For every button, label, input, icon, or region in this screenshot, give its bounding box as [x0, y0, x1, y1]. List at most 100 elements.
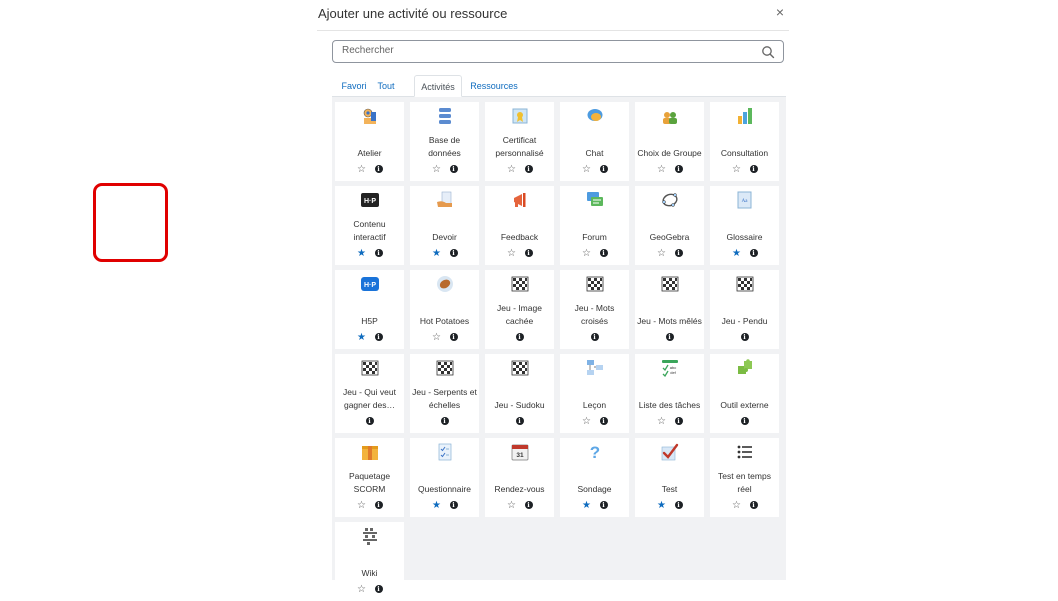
star-outline-icon[interactable]: ☆ — [432, 332, 442, 344]
info-icon[interactable]: i — [449, 165, 458, 173]
activity-tile-paquetage-scorm[interactable]: Paquetage SCORM ☆ i — [335, 438, 404, 517]
star-filled-icon[interactable]: ★ — [357, 248, 367, 260]
activity-tile-base-de-donnees[interactable]: Base de données ☆ i — [410, 102, 479, 181]
info-icon[interactable]: i — [365, 417, 374, 425]
activity-tile-feedback[interactable]: Feedback ☆ i — [485, 186, 554, 265]
activity-actions: i — [560, 332, 629, 344]
activity-tile-chat[interactable]: Chat ☆ i — [560, 102, 629, 181]
tab-activites[interactable]: Activités — [414, 75, 462, 97]
activity-tile-lecon[interactable]: Leçon ☆ i — [560, 354, 629, 433]
star-filled-icon[interactable]: ★ — [432, 248, 442, 260]
activity-tile-certificat-personnalise[interactable]: Certificat personnalisé ☆ i — [485, 102, 554, 181]
star-outline-icon[interactable]: ☆ — [507, 248, 517, 260]
star-filled-icon[interactable]: ★ — [357, 332, 367, 344]
star-outline-icon[interactable]: ☆ — [357, 584, 367, 596]
activity-tile-jeu-serpents-et-echelles[interactable]: Jeu - Serpents et échelles i — [410, 354, 479, 433]
megaphone-icon — [511, 191, 529, 209]
activity-tile-choix-de-groupe[interactable]: Choix de Groupe ☆ i — [635, 102, 704, 181]
info-icon[interactable]: i — [515, 417, 524, 425]
activity-actions: ☆ i — [635, 248, 704, 260]
activity-tile-h5p[interactable]: H·P H5P ★ i — [335, 270, 404, 349]
svg-text:31: 31 — [516, 452, 524, 459]
activity-tile-outil-externe[interactable]: Outil externe i — [710, 354, 779, 433]
activity-tile-hot-potatoes[interactable]: Hot Potatoes ☆ i — [410, 270, 479, 349]
star-filled-icon[interactable]: ★ — [582, 500, 592, 512]
star-outline-icon[interactable]: ☆ — [657, 416, 667, 428]
activity-tile-contenu-interactif[interactable]: H·P Contenu interactif ★ i — [335, 186, 404, 265]
activity-tile-jeu-image-cachee[interactable]: Jeu - Image cachée i — [485, 270, 554, 349]
info-icon[interactable]: i — [599, 249, 608, 257]
info-icon[interactable]: i — [674, 501, 683, 509]
info-icon[interactable]: i — [449, 501, 458, 509]
star-filled-icon[interactable]: ★ — [432, 500, 442, 512]
info-icon[interactable]: i — [749, 165, 758, 173]
activity-tile-devoir[interactable]: Devoir ★ i — [410, 186, 479, 265]
search-icon[interactable] — [761, 45, 775, 59]
info-icon[interactable]: i — [374, 501, 383, 509]
star-outline-icon[interactable]: ☆ — [507, 500, 517, 512]
activity-tile-liste-des-taches[interactable]: abc def Liste des tâches ☆ i — [635, 354, 704, 433]
star-outline-icon[interactable]: ☆ — [732, 164, 742, 176]
close-icon[interactable]: × — [771, 4, 789, 20]
activity-label: Jeu - Serpents et échelles — [412, 387, 477, 410]
activity-tile-jeu-mots-croises[interactable]: Jeu - Mots croisés i — [560, 270, 629, 349]
activity-tile-forum[interactable]: Forum ☆ i — [560, 186, 629, 265]
info-icon[interactable]: i — [374, 585, 383, 593]
star-outline-icon[interactable]: ☆ — [657, 164, 667, 176]
activity-tile-questionnaire[interactable]: Questionnaire ★ i — [410, 438, 479, 517]
info-icon[interactable]: i — [524, 165, 533, 173]
search-input[interactable] — [342, 45, 742, 56]
star-outline-icon[interactable]: ☆ — [657, 248, 667, 260]
info-icon[interactable]: i — [740, 417, 749, 425]
activity-tile-rendez-vous[interactable]: 31 Rendez-vous ☆ i — [485, 438, 554, 517]
tab-ressources[interactable]: Ressources — [465, 75, 523, 97]
star-outline-icon[interactable]: ☆ — [732, 500, 742, 512]
activity-tile-atelier[interactable]: Atelier ☆ i — [335, 102, 404, 181]
info-icon[interactable]: i — [524, 501, 533, 509]
activity-tile-consultation[interactable]: Consultation ☆ i — [710, 102, 779, 181]
activity-label: Devoir — [432, 231, 457, 242]
tab-tout[interactable]: Tout — [371, 75, 401, 97]
info-icon[interactable]: i — [599, 165, 608, 173]
info-icon[interactable]: i — [515, 333, 524, 341]
star-filled-icon[interactable]: ★ — [657, 500, 667, 512]
puzzle-icon — [736, 359, 754, 377]
star-outline-icon[interactable]: ☆ — [357, 164, 367, 176]
info-icon[interactable]: i — [749, 249, 758, 257]
info-icon[interactable]: i — [449, 249, 458, 257]
star-outline-icon[interactable]: ☆ — [582, 164, 592, 176]
star-outline-icon[interactable]: ☆ — [432, 164, 442, 176]
info-icon[interactable]: i — [374, 165, 383, 173]
activity-tile-wiki[interactable]: Wiki ☆ i — [335, 522, 404, 601]
info-icon[interactable]: i — [449, 333, 458, 341]
info-icon[interactable]: i — [524, 249, 533, 257]
activity-tile-jeu-mots-meles[interactable]: Jeu - Mots mêlés i — [635, 270, 704, 349]
activity-tile-jeu-qui-veut-gagner-des[interactable]: Jeu - Qui veut gagner des… i — [335, 354, 404, 433]
info-icon[interactable]: i — [674, 165, 683, 173]
info-icon[interactable]: i — [440, 417, 449, 425]
tab-favori[interactable]: Favori — [337, 75, 371, 97]
star-outline-icon[interactable]: ☆ — [582, 248, 592, 260]
activity-tile-glossaire[interactable]: Aa Glossaire ★ i — [710, 186, 779, 265]
activity-tile-sondage[interactable]: ? Sondage ★ i — [560, 438, 629, 517]
activity-tile-test-en-temps-reel[interactable]: Test en temps réel ☆ i — [710, 438, 779, 517]
info-icon[interactable]: i — [665, 333, 674, 341]
activity-actions: ☆ i — [410, 332, 479, 344]
star-filled-icon[interactable]: ★ — [732, 248, 742, 260]
info-icon[interactable]: i — [674, 417, 683, 425]
info-icon[interactable]: i — [374, 333, 383, 341]
info-icon[interactable]: i — [674, 249, 683, 257]
star-outline-icon[interactable]: ☆ — [507, 164, 517, 176]
activity-tile-jeu-pendu[interactable]: Jeu - Pendu i — [710, 270, 779, 349]
info-icon[interactable]: i — [740, 333, 749, 341]
info-icon[interactable]: i — [374, 249, 383, 257]
info-icon[interactable]: i — [749, 501, 758, 509]
star-outline-icon[interactable]: ☆ — [357, 500, 367, 512]
info-icon[interactable]: i — [599, 417, 608, 425]
info-icon[interactable]: i — [599, 501, 608, 509]
activity-tile-test[interactable]: Test ★ i — [635, 438, 704, 517]
activity-tile-jeu-sudoku[interactable]: Jeu - Sudoku i — [485, 354, 554, 433]
info-icon[interactable]: i — [590, 333, 599, 341]
activity-tile-geogebra[interactable]: GeoGebra ☆ i — [635, 186, 704, 265]
star-outline-icon[interactable]: ☆ — [582, 416, 592, 428]
